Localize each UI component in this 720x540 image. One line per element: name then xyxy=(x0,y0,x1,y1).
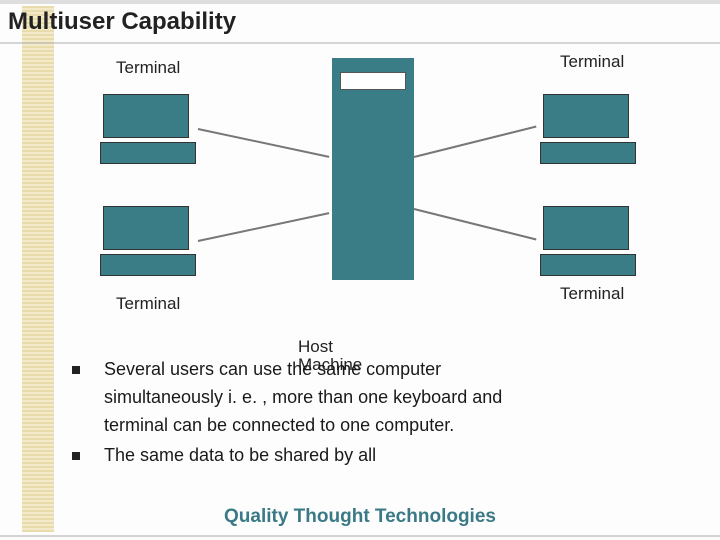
keyboard-icon xyxy=(540,142,636,164)
host-slot xyxy=(340,72,406,90)
bullet-text: Several users can use the same computer … xyxy=(104,356,682,440)
wire-top-right xyxy=(414,126,537,158)
monitor-icon xyxy=(543,94,629,138)
host-label-line1: Host xyxy=(298,337,333,356)
bullet-icon xyxy=(72,366,80,374)
monitor-icon xyxy=(103,94,189,138)
terminal-label: Terminal xyxy=(560,284,624,304)
footer-brand: Quality Thought Technologies xyxy=(0,506,720,528)
list-item: Several users can use the same computer … xyxy=(72,356,682,440)
bullet-line: Several users can use the same computer xyxy=(104,359,441,379)
bullet-line: simultaneously i. e. , more than one key… xyxy=(104,384,682,412)
wire-bottom-right xyxy=(414,208,537,240)
terminal-label: Terminal xyxy=(116,58,180,78)
bullet-line: terminal can be connected to one compute… xyxy=(104,412,682,440)
title-rule xyxy=(0,42,720,44)
bottom-rule xyxy=(0,535,720,537)
page-title: Multiuser Capability xyxy=(8,8,236,36)
diagram-area: Terminal Terminal Terminal Terminal Host… xyxy=(0,48,720,358)
wire-bottom-left xyxy=(198,212,329,242)
keyboard-icon xyxy=(540,254,636,276)
monitor-icon xyxy=(103,206,189,250)
terminal-top-left xyxy=(100,94,192,164)
list-item: The same data to be shared by all xyxy=(72,442,682,470)
terminal-bottom-left xyxy=(100,206,192,276)
keyboard-icon xyxy=(100,254,196,276)
bullet-list: Several users can use the same computer … xyxy=(72,356,682,472)
bullet-icon xyxy=(72,452,80,460)
terminal-label: Terminal xyxy=(116,294,180,314)
host-machine xyxy=(332,58,414,280)
keyboard-icon xyxy=(100,142,196,164)
wire-top-left xyxy=(198,128,329,158)
terminal-bottom-right xyxy=(540,206,632,276)
bullet-text: The same data to be shared by all xyxy=(104,442,682,470)
monitor-icon xyxy=(543,206,629,250)
terminal-label: Terminal xyxy=(560,52,624,72)
terminal-top-right xyxy=(540,94,632,164)
top-rule xyxy=(0,0,720,4)
